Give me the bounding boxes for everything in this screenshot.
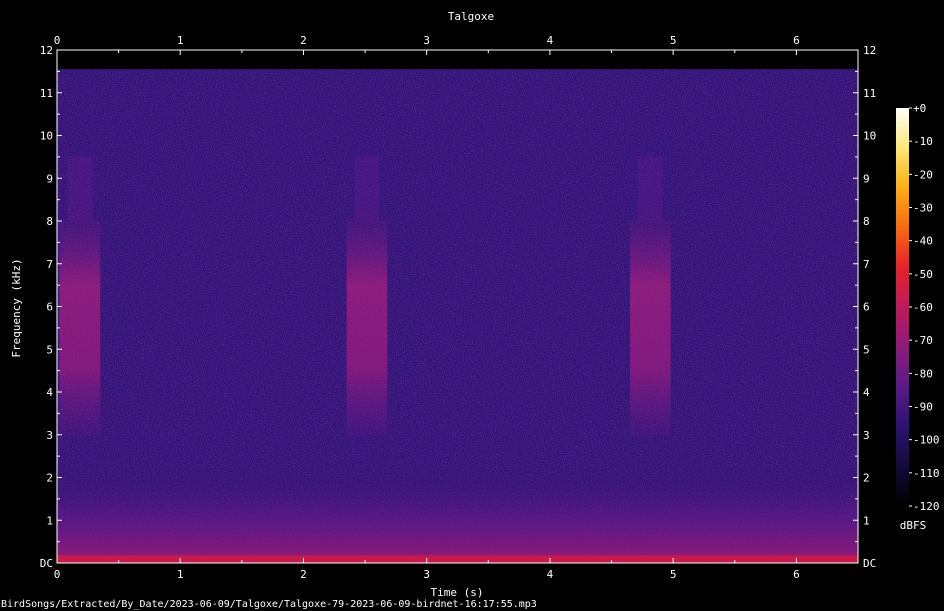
colorbar-tick-label: -80: [913, 367, 933, 380]
colorbar-tick-label: -90: [913, 401, 933, 414]
x-tick-label-top: 4: [547, 34, 554, 47]
dc-band: [57, 555, 858, 563]
colorbar: +0 -10 -20 -30 -40 -50 -60 -70 -80 -90 -100 -110 -12…: [896, 102, 940, 532]
y-tick-label-left: 3: [46, 429, 53, 442]
colorbar-tick-label: -20: [913, 168, 933, 181]
y-tick-label-left: 5: [46, 343, 53, 356]
bird-call-2: [346, 221, 388, 435]
spectrogram-plot-area: [57, 50, 858, 564]
x-tick-label-bottom: 0: [54, 568, 61, 581]
x-tick-label-top: 0: [54, 34, 61, 47]
y-tick-label-right: 9: [863, 172, 870, 185]
y-tick-label-right: 7: [863, 258, 870, 271]
spectrogram-figure: Talgoxe 00112233445566DC DC1 12 23 34 45 56 67 7…: [1, 10, 940, 610]
y-tick-label-right: 2: [863, 472, 870, 485]
colorbar-tick-label: -60: [913, 301, 933, 314]
y-tick-label-left: 10: [40, 130, 53, 143]
x-tick-label-top: 1: [177, 34, 184, 47]
y-tick-label-right: 8: [863, 215, 870, 228]
chart-title: Talgoxe: [448, 10, 494, 23]
colorbar-tick-label: -120: [913, 500, 940, 513]
colorbar-tick-label: -40: [913, 235, 933, 248]
y-tick-label-right: DC: [863, 557, 876, 570]
x-tick-label-bottom: 1: [177, 568, 184, 581]
x-tick-label-bottom: 3: [423, 568, 430, 581]
bird-call-3-tail: [638, 156, 663, 221]
y-tick-label-right: 10: [863, 130, 876, 143]
bird-call-1-tail: [67, 156, 92, 221]
x-tick-label-top: 3: [423, 34, 430, 47]
colorbar-tick-label: -10: [913, 135, 933, 148]
source-file-path: BirdSongs/Extracted/By_Date/2023-06-09/T…: [1, 599, 537, 610]
silent-top-band: [57, 50, 858, 70]
y-tick-label-left: 2: [46, 472, 53, 485]
y-tick-label-left: 8: [46, 215, 53, 228]
x-tick-label-top: 2: [300, 34, 307, 47]
bird-call-2-tail: [354, 156, 380, 221]
x-tick-label-bottom: 2: [300, 568, 307, 581]
colorbar-gradient: [896, 108, 909, 506]
y-tick-label-right: 11: [863, 87, 876, 100]
y-tick-label-left: 6: [46, 301, 53, 314]
y-tick-label-right: 12: [863, 44, 876, 57]
x-tick-label-bottom: 5: [670, 568, 677, 581]
x-tick-label-bottom: 4: [547, 568, 554, 581]
colorbar-ticks: +0 -10 -20 -30 -40 -50 -60 -70 -80 -90 -100 -110 -12…: [909, 102, 940, 513]
y-axis-label: Frequency (kHz): [10, 258, 23, 357]
colorbar-tick-label: +0: [913, 102, 926, 115]
colorbar-tick-label: -70: [913, 334, 933, 347]
bird-call-1: [59, 221, 101, 435]
colorbar-tick-label: -100: [913, 434, 940, 447]
colorbar-tick-label: -110: [913, 467, 940, 480]
colorbar-label: dBFS: [900, 519, 927, 532]
x-tick-label-top: 5: [670, 34, 677, 47]
y-tick-label-left: 9: [46, 172, 53, 185]
y-tick-label-right: 1: [863, 514, 870, 527]
x-tick-label-top: 6: [793, 34, 800, 47]
bird-call-3: [630, 221, 671, 435]
y-tick-label-left: 11: [40, 87, 53, 100]
y-tick-label-right: 6: [863, 301, 870, 314]
y-tick-label-right: 4: [863, 386, 870, 399]
y-tick-label-left: 7: [46, 258, 53, 271]
y-tick-label-left: 12: [40, 44, 53, 57]
x-tick-label-bottom: 6: [793, 568, 800, 581]
colorbar-tick-label: -30: [913, 202, 933, 215]
low-frequency-band: [57, 460, 858, 563]
y-tick-label-left: DC: [40, 557, 53, 570]
x-axis-label: Time (s): [431, 586, 484, 599]
y-tick-label-left: 1: [46, 514, 53, 527]
colorbar-tick-label: -50: [913, 268, 933, 281]
y-tick-label-right: 5: [863, 343, 870, 356]
y-tick-label-right: 3: [863, 429, 870, 442]
y-tick-label-left: 4: [46, 386, 53, 399]
